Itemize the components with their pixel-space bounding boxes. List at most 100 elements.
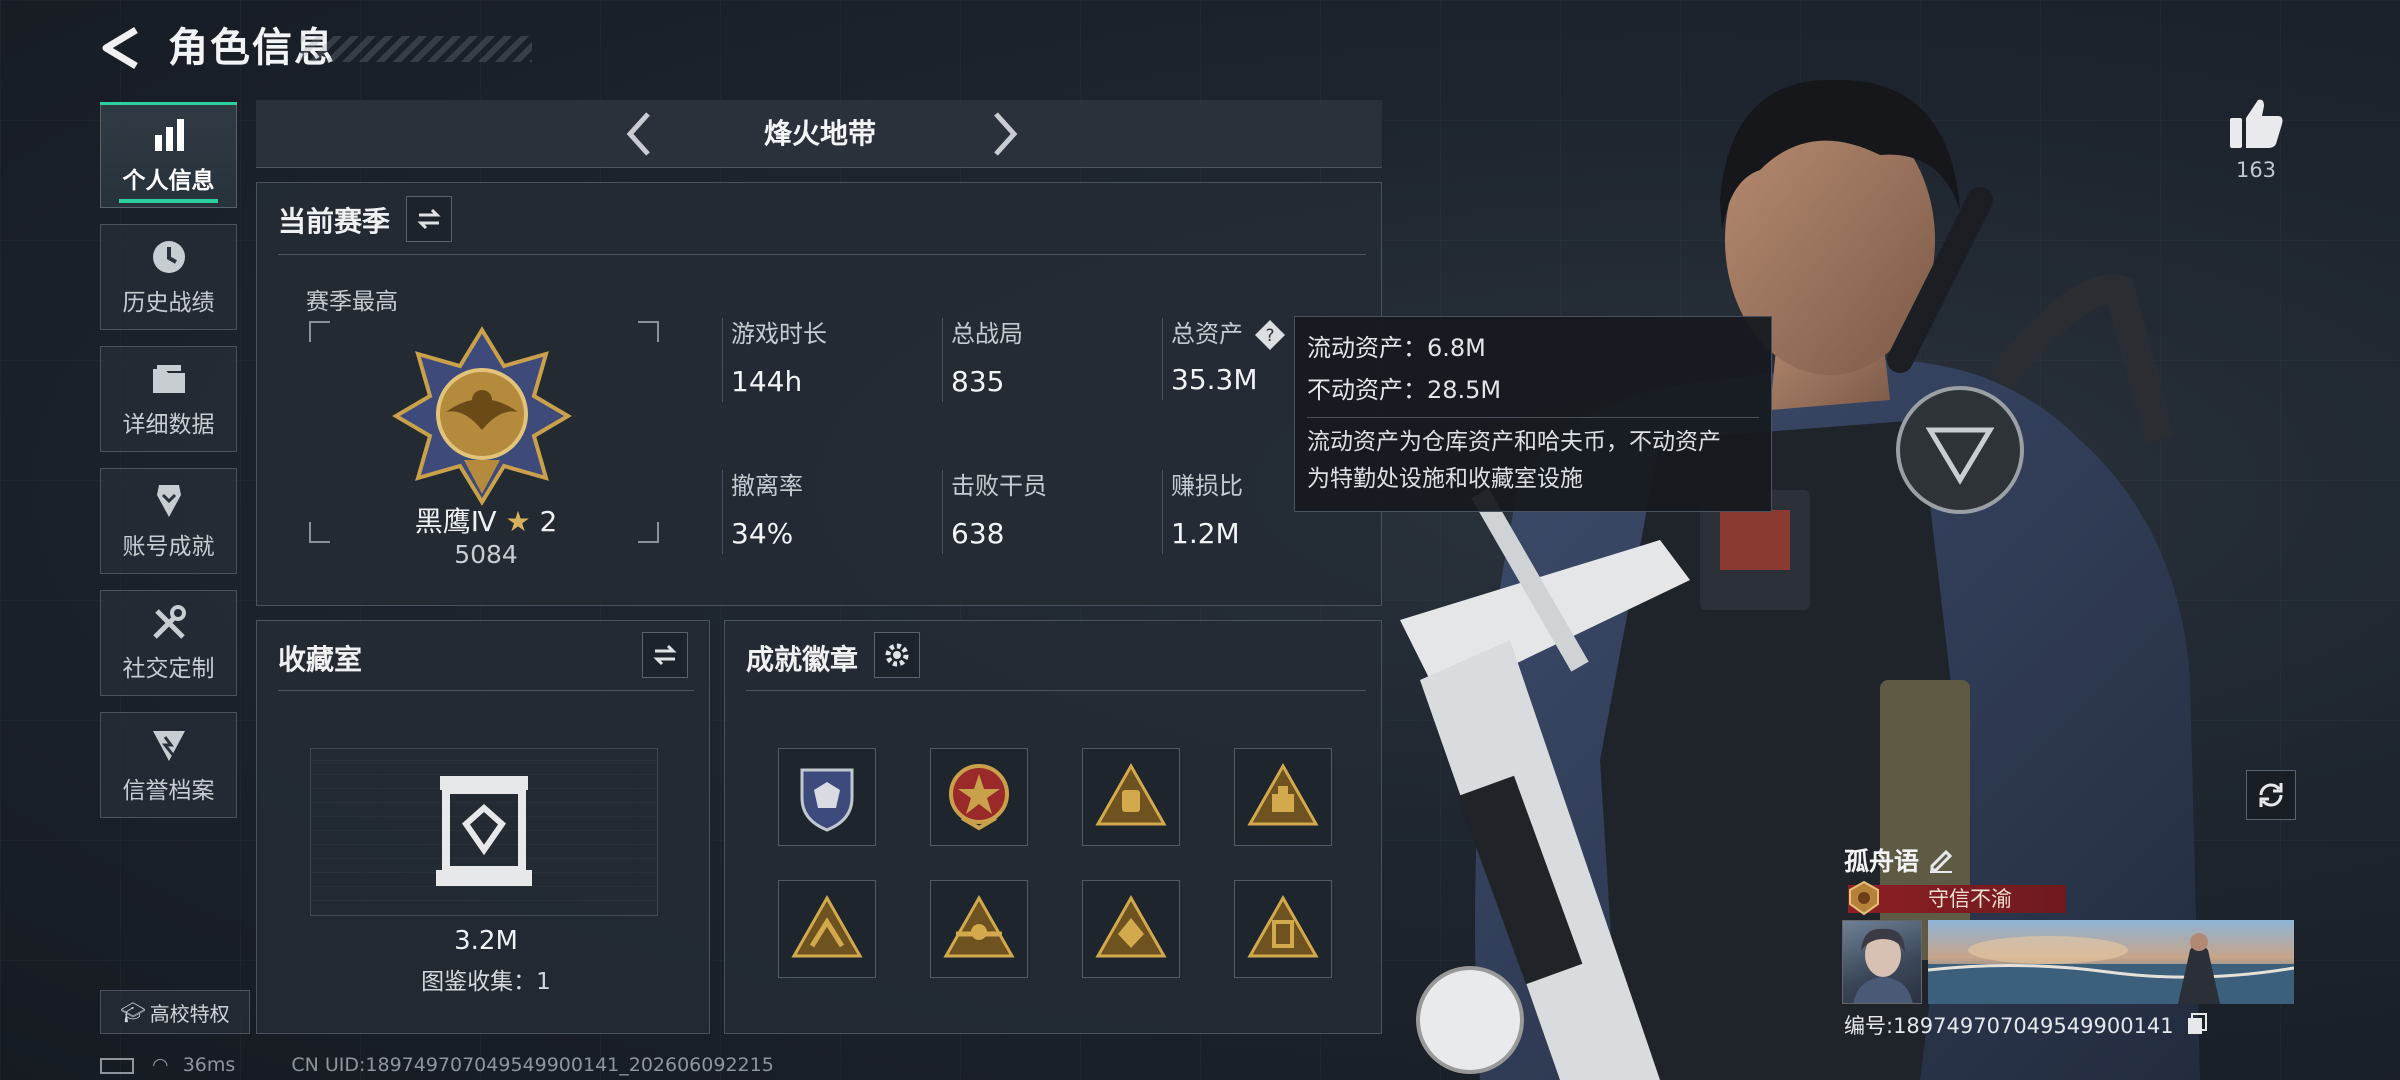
sidebar-item-label: 历史战绩 [122,290,215,316]
refresh-icon [2259,783,2283,807]
trophy-icon [156,485,181,517]
collection-count: 图鉴收集：1 [421,969,551,995]
stat-value: 835 [951,365,1005,398]
stat-label: 撤离率 [731,472,803,500]
back-icon[interactable] [96,22,148,74]
banner-artwork [1928,933,2294,1004]
stat-value: 638 [951,517,1005,550]
stat-extract-rate: 撤离率 34% [722,470,803,554]
school-privilege-button[interactable]: 🎓︎ 高校特权 [100,990,250,1034]
triangle-badge-icon [943,894,1015,958]
ping-value: 36ms [182,1054,236,1076]
sidebar-item-label: 社交定制 [122,656,215,682]
stat-operators-defeated: 击败干员 638 [942,470,1047,554]
sidebar-item-history[interactable]: 历史战绩 [100,224,237,330]
school-icon: 🎓︎ [120,1000,146,1024]
achievements-settings-button[interactable] [874,632,920,678]
rank-name: 黑鹰Ⅳ [414,505,497,538]
sidebar-item-label: 信誉档案 [122,778,215,804]
player-title-text: 守信不渝 [1928,887,2012,911]
badge-slot[interactable] [930,748,1028,846]
status-bar: ◠ 36ms CN UID:18974970704954990014​1_202… [100,1054,774,1076]
divider [278,690,694,691]
badge-slot[interactable] [1082,880,1180,978]
rank-stars: 2 [539,505,558,538]
chevron-right-icon[interactable] [978,108,1030,160]
display-case-icon [436,776,532,886]
gear-icon [885,643,909,667]
stat-label: 游戏时长 [731,320,827,348]
season-best-label: 赛季最高 [306,289,398,315]
triangle-badge-icon [1095,894,1167,958]
triangle-badge-icon [1247,762,1319,826]
divider [746,690,1366,691]
edit-icon[interactable] [1926,844,1956,874]
clock-icon [152,241,185,273]
season-panel-title: 当前赛季 [278,205,391,238]
star-icon: ★ [505,505,531,538]
refresh-button[interactable] [2246,770,2296,820]
achievements-panel-title: 成就徽章 [746,643,859,676]
help-icon[interactable]: ? [1253,318,1287,352]
badge-slot[interactable] [1234,748,1332,846]
badge-slot[interactable] [778,880,876,978]
badge-slot[interactable] [1234,880,1332,978]
stat-play-time: 游戏时长 144h [722,318,827,402]
uid-text: CN UID:18974970704954990014​1_2026060922… [291,1054,774,1076]
sidebar-item-details[interactable]: 详细数据 [100,346,237,452]
stat-label: 总资产 ? [1171,318,1287,352]
sidebar-item-label: 个人信息 [122,168,215,194]
star-medal-badge-icon [949,764,1009,831]
collection-switch-button[interactable] [642,632,688,678]
season-switch-button[interactable] [406,196,452,242]
sidebar-item-personal-info[interactable]: 个人信息 [100,102,237,208]
tooltip-liquid-assets: 流动资产：6.8M [1307,334,1486,362]
sidebar-item-credit[interactable]: 信誉档案 [100,712,237,818]
title-emblem-icon [1849,880,1879,916]
avatar-portrait [1853,928,1913,1003]
divider [278,254,1366,255]
tooltip-fixed-assets: 不动资产：28.5M [1307,376,1502,404]
like-count: 163 [2235,158,2277,182]
assets-tooltip: 流动资产：6.8M 不动资产：28.5M 流动资产为仓库资产和哈夫币，不动资产 … [1294,316,1772,512]
sidebar-item-achievements[interactable]: 账号成就 [100,468,237,574]
credit-icon [152,731,185,761]
wifi-icon: ◠ [152,1054,169,1076]
tooltip-description: 流动资产为仓库资产和哈夫币，不动资产 为特勤处设施和收藏室设施 [1307,417,1759,498]
swap-icon [417,208,441,230]
badge-slot[interactable] [778,748,876,846]
copy-icon[interactable] [2186,1012,2208,1036]
title-decoration [300,36,532,62]
sidebar-item-social-custom[interactable]: 社交定制 [100,590,237,696]
stat-value: 1.2M [1171,517,1240,550]
stat-total-assets: 总资产 ? 35.3M [1162,318,1287,400]
school-privilege-label: 高校特权 [149,1001,230,1026]
bar-chart-icon [154,119,184,151]
player-banner[interactable] [1928,920,2294,1004]
battery-icon [100,1057,134,1074]
collection-value: 3.2M [454,926,518,956]
collection-panel-title: 收藏室 [278,643,363,676]
chevron-left-icon[interactable] [614,108,666,160]
rank-emblem-icon [392,326,572,506]
stat-label-text: 总资产 [1171,320,1243,348]
stat-value: 35.3M [1171,363,1258,396]
tooltip-description-line: 流动资产为仓库资产和哈夫币，不动资产 [1307,429,1721,455]
player-avatar[interactable] [1842,920,1922,1004]
stat-label: 赚损比 [1171,472,1243,500]
rank-name-row: 黑鹰Ⅳ ★ 2 [316,500,656,540]
stat-profit-loss: 赚损比 1.2M [1162,470,1243,554]
tooltip-description-line: 为特勤处设施和收藏室设施 [1307,466,1583,492]
player-id: 编号:1897497070495499001​41 [1844,1014,2174,1038]
triangle-badge-icon [1095,762,1167,826]
mode-name: 烽火地带 [763,117,876,150]
badge-slot[interactable] [930,880,1028,978]
rank-score: 5084 [454,540,518,569]
badge-slot[interactable] [1082,748,1180,846]
stat-label: 击败干员 [951,472,1047,500]
sidebar-item-label: 详细数据 [122,412,215,438]
swap-icon [653,644,677,666]
triangle-badge-icon [791,894,863,958]
thumbs-up-icon[interactable] [2226,96,2286,152]
stat-value: 144h [731,365,803,398]
